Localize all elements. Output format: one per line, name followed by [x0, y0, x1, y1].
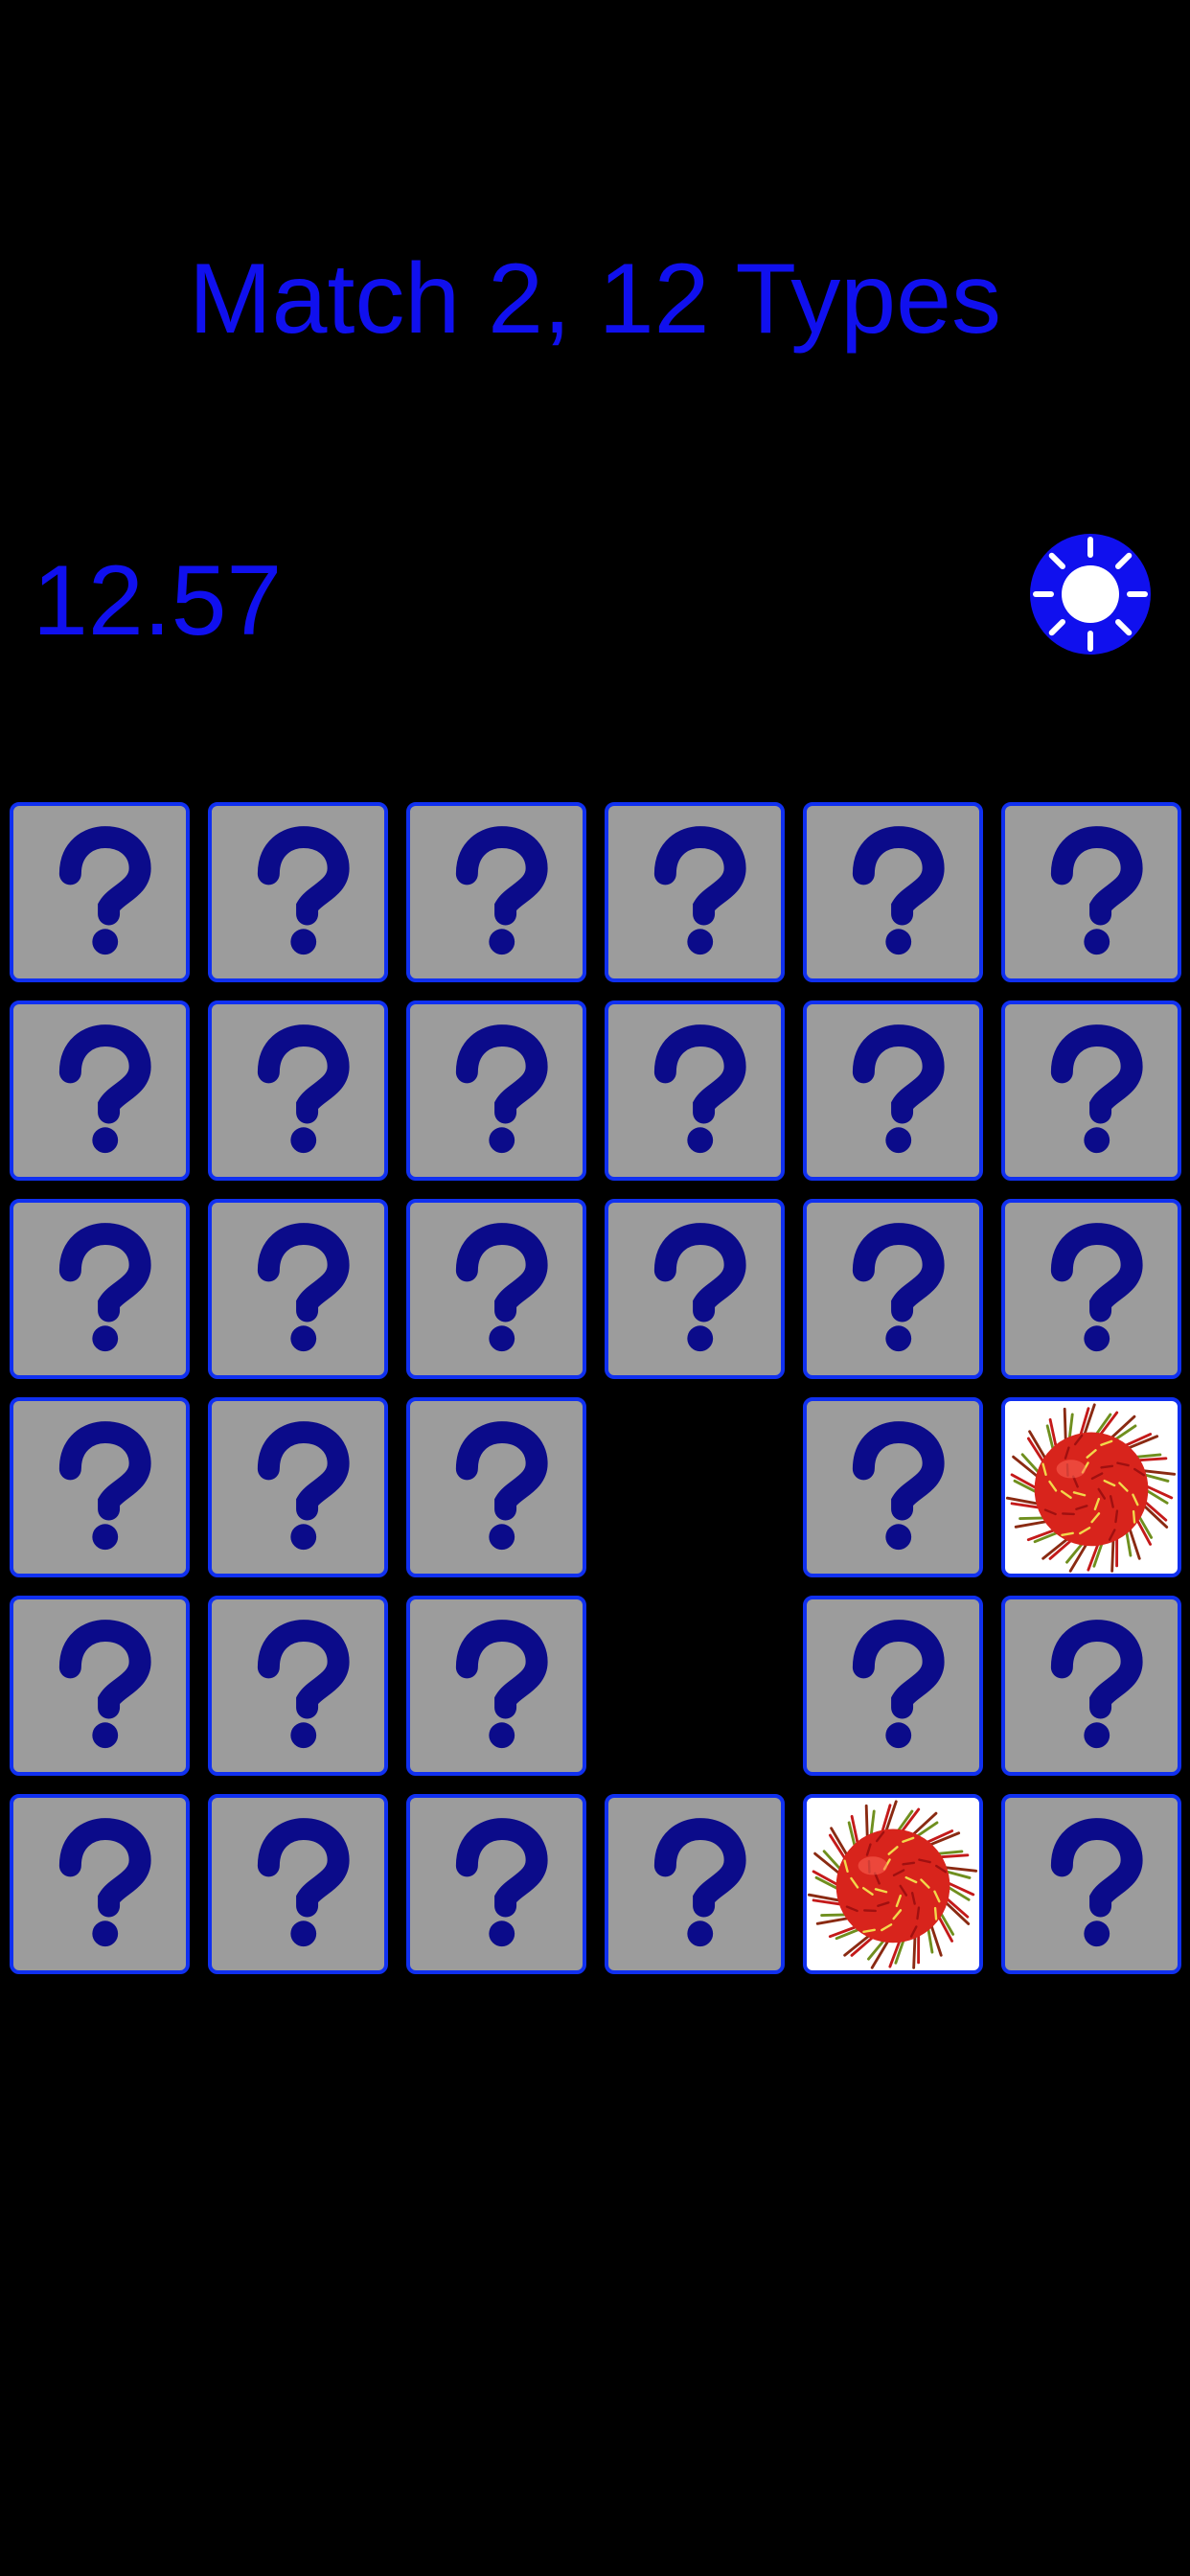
question-mark-icon: [1050, 1620, 1143, 1749]
gear-icon: [1030, 534, 1151, 655]
memory-card[interactable]: [406, 802, 586, 982]
memory-card[interactable]: [803, 802, 983, 982]
question-mark-icon: [58, 1620, 151, 1749]
memory-card[interactable]: [406, 1199, 586, 1379]
memory-card[interactable]: [803, 1596, 983, 1776]
card-grid: [10, 802, 1182, 1975]
memory-card[interactable]: [803, 1199, 983, 1379]
memory-card[interactable]: [406, 1397, 586, 1577]
memory-card[interactable]: [208, 1596, 388, 1776]
question-mark-icon: [1050, 1024, 1143, 1154]
memory-card[interactable]: [1001, 1794, 1181, 1974]
question-mark-icon: [58, 826, 151, 955]
question-mark-icon: [852, 1024, 945, 1154]
question-mark-icon: [455, 1620, 548, 1749]
memory-card[interactable]: [10, 1596, 190, 1776]
memory-card[interactable]: [10, 1199, 190, 1379]
memory-card[interactable]: [10, 1397, 190, 1577]
memory-card[interactable]: [605, 1794, 785, 1974]
memory-card[interactable]: [208, 1199, 388, 1379]
memory-card[interactable]: [605, 1000, 785, 1181]
memory-card[interactable]: [406, 1596, 586, 1776]
memory-card[interactable]: [1001, 1596, 1181, 1776]
question-mark-icon: [1050, 1818, 1143, 1947]
memory-card[interactable]: [406, 1794, 586, 1974]
memory-card[interactable]: [10, 802, 190, 982]
question-mark-icon: [257, 1223, 350, 1352]
memory-card[interactable]: [605, 802, 785, 982]
question-mark-icon: [58, 1421, 151, 1551]
question-mark-icon: [852, 1223, 945, 1352]
question-mark-icon: [257, 826, 350, 955]
question-mark-icon: [257, 1024, 350, 1154]
question-mark-icon: [257, 1421, 350, 1551]
question-mark-icon: [455, 1223, 548, 1352]
question-mark-icon: [455, 826, 548, 955]
memory-card[interactable]: [208, 1000, 388, 1181]
question-mark-icon: [852, 1620, 945, 1749]
question-mark-icon: [58, 1223, 151, 1352]
question-mark-icon: [852, 1421, 945, 1551]
memory-card[interactable]: [208, 802, 388, 982]
question-mark-icon: [1050, 1223, 1143, 1352]
memory-card[interactable]: [803, 1397, 983, 1577]
question-mark-icon: [653, 1024, 746, 1154]
question-mark-icon: [653, 826, 746, 955]
memory-card[interactable]: [803, 1794, 983, 1974]
question-mark-icon: [257, 1620, 350, 1749]
question-mark-icon: [852, 826, 945, 955]
memory-card[interactable]: [1001, 802, 1181, 982]
memory-card[interactable]: [10, 1000, 190, 1181]
memory-card[interactable]: [1001, 1199, 1181, 1379]
question-mark-icon: [455, 1024, 548, 1154]
question-mark-icon: [653, 1223, 746, 1352]
question-mark-icon: [455, 1421, 548, 1551]
memory-card[interactable]: [1001, 1000, 1181, 1181]
memory-card[interactable]: [208, 1397, 388, 1577]
memory-card[interactable]: [406, 1000, 586, 1181]
question-mark-icon: [1050, 826, 1143, 955]
question-mark-icon: [455, 1818, 548, 1947]
memory-card[interactable]: [208, 1794, 388, 1974]
timer: 12.57: [33, 545, 283, 656]
question-mark-icon: [653, 1818, 746, 1947]
memory-card[interactable]: [10, 1794, 190, 1974]
settings-button[interactable]: [1030, 534, 1151, 655]
memory-card[interactable]: [803, 1000, 983, 1181]
rambutan-icon: [807, 1800, 978, 1969]
rambutan-icon: [1005, 1403, 1177, 1573]
question-mark-icon: [257, 1818, 350, 1947]
game-title: Match 2, 12 Types: [189, 243, 1001, 355]
memory-card[interactable]: [1001, 1397, 1181, 1577]
memory-card[interactable]: [605, 1199, 785, 1379]
question-mark-icon: [58, 1818, 151, 1947]
question-mark-icon: [58, 1024, 151, 1154]
